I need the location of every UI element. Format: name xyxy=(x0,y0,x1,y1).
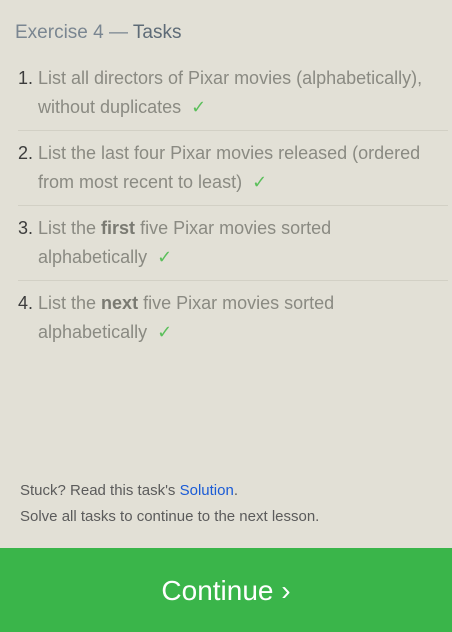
check-icon: ✓ xyxy=(191,97,207,117)
task-number: 4. xyxy=(18,293,34,313)
solution-link[interactable]: Solution xyxy=(180,482,234,499)
instruction-text: Solve all tasks to continue to the next … xyxy=(20,508,320,525)
task-number: 3. xyxy=(18,218,34,238)
stuck-line: Stuck? Read this task's Solution. xyxy=(20,478,319,504)
panel-header: Exercise 4 — Tasks xyxy=(15,22,182,44)
task-text: List all directors of Pixar movies (alph… xyxy=(38,64,448,122)
task-text: List the next five Pixar movies sorted a… xyxy=(38,289,448,347)
task-text: List the first five Pixar movies sorted … xyxy=(38,214,448,272)
task-text-pre: List the last four Pixar movies released… xyxy=(38,143,421,192)
task-text: List the last four Pixar movies released… xyxy=(38,139,448,197)
task-item-4: 4. List the next five Pixar movies sorte… xyxy=(18,289,448,355)
task-text-bold: next xyxy=(101,293,139,313)
header-separator: — xyxy=(103,22,133,43)
check-icon: ✓ xyxy=(157,322,173,342)
task-number: 2. xyxy=(18,143,34,163)
task-text-bold: first xyxy=(101,218,136,238)
stuck-text: Stuck? Read this task's xyxy=(20,482,180,499)
task-item-3: 3. List the first five Pixar movies sort… xyxy=(18,214,448,281)
footer-note: Stuck? Read this task's Solution. Solve … xyxy=(20,478,319,530)
task-text-pre: List all directors of Pixar movies (alph… xyxy=(38,68,423,117)
exercise-panel: Exercise 4 — Tasks 1. List all directors… xyxy=(0,0,452,632)
panel-title: Tasks xyxy=(132,22,182,43)
task-number: 1. xyxy=(18,68,34,88)
continue-button[interactable]: Continue › xyxy=(0,548,452,632)
check-icon: ✓ xyxy=(157,247,173,267)
task-text-pre: List the xyxy=(38,293,102,313)
exercise-label: Exercise 4 xyxy=(15,22,104,43)
task-item-1: 1. List all directors of Pixar movies (a… xyxy=(18,64,448,131)
stuck-period: . xyxy=(233,482,238,499)
task-item-2: 2. List the last four Pixar movies relea… xyxy=(18,139,448,206)
task-text-pre: List the xyxy=(38,218,102,238)
task-list: 1. List all directors of Pixar movies (a… xyxy=(18,64,448,363)
check-icon: ✓ xyxy=(252,172,268,192)
